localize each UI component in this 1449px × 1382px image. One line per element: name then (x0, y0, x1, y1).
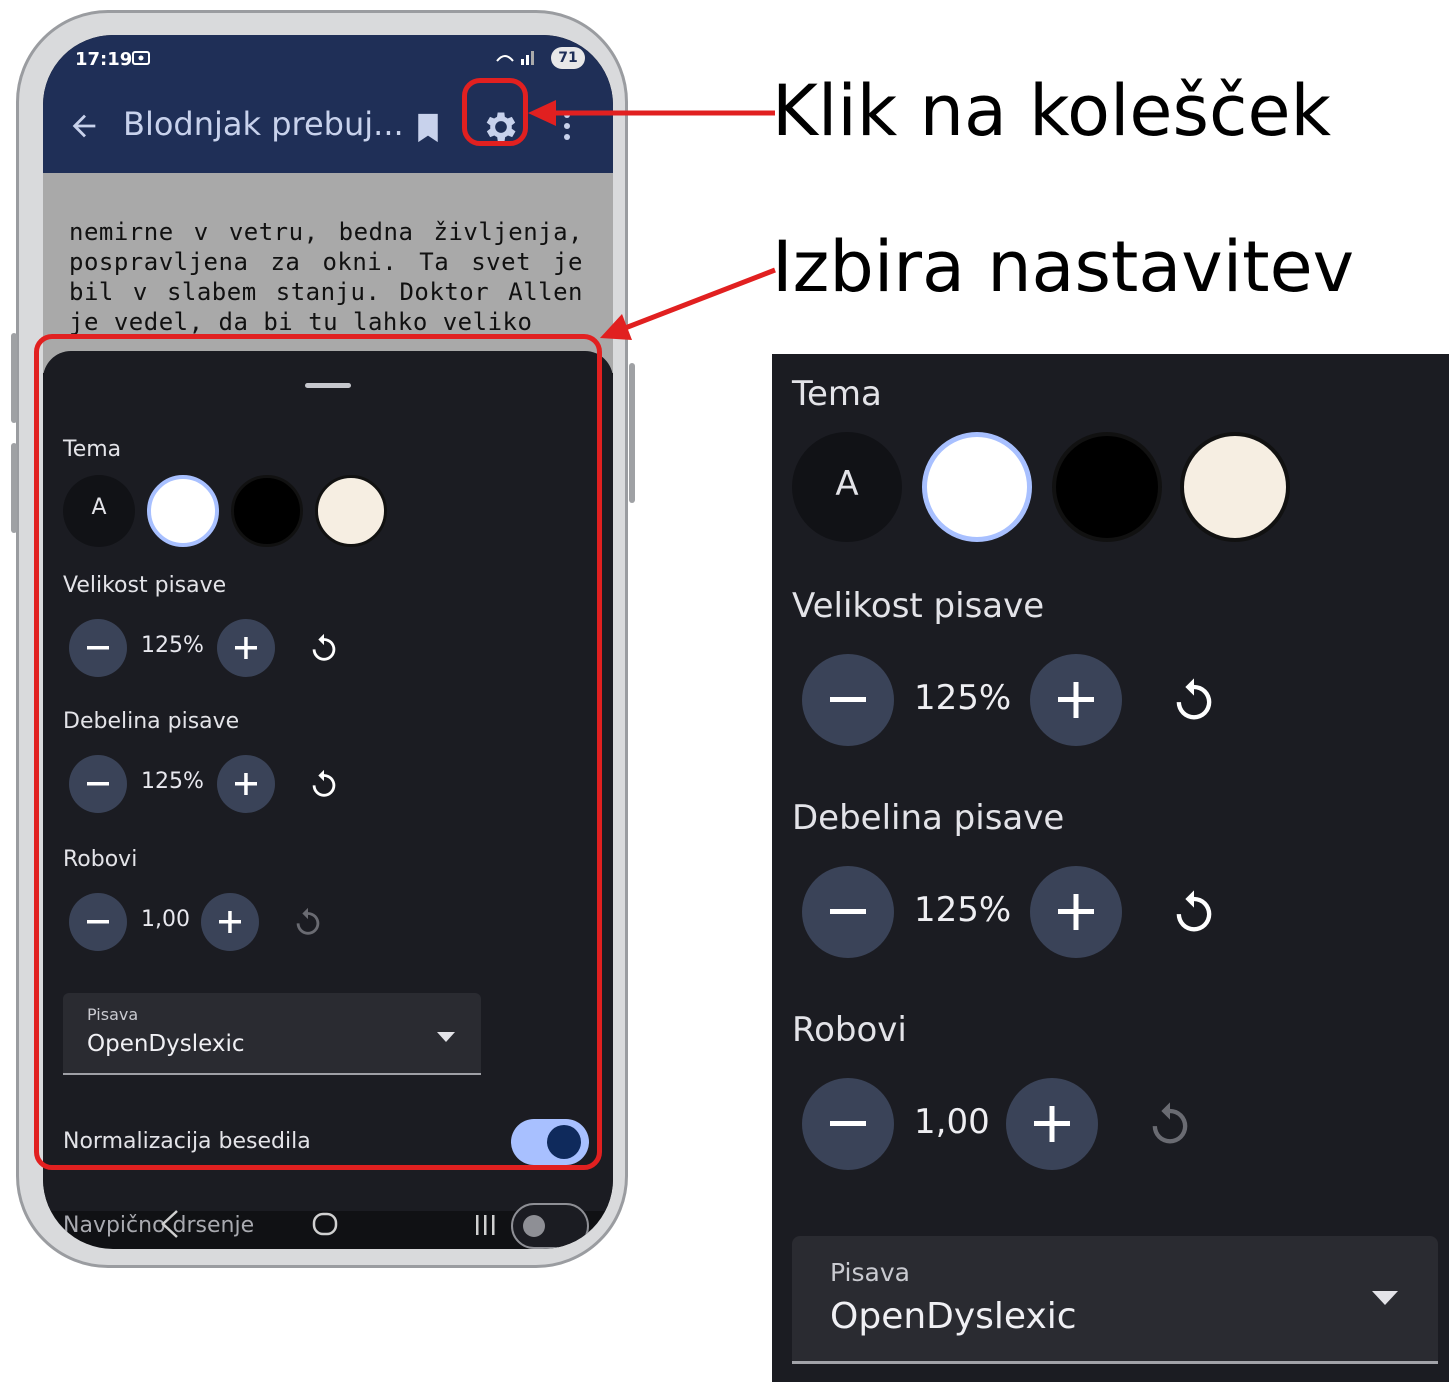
font-weight-decrease-button[interactable] (802, 866, 894, 958)
font-size-reset-icon[interactable] (1168, 674, 1220, 730)
font-size-value: 125% (914, 678, 1012, 718)
theme-black[interactable] (1052, 432, 1162, 542)
font-weight-increase-button[interactable] (1030, 866, 1122, 958)
theme-white[interactable] (922, 432, 1032, 542)
font-size-increase-button[interactable] (1030, 654, 1122, 746)
font-select-label: Pisava (830, 1258, 910, 1287)
margins-value: 1,00 (914, 1102, 990, 1142)
theme-auto[interactable]: A (792, 432, 902, 542)
margins-decrease-button[interactable] (802, 1078, 894, 1170)
font-weight-value: 125% (914, 890, 1012, 930)
theme-auto-label: A (835, 464, 859, 504)
margins-reset-icon (1144, 1098, 1196, 1154)
annotation-click-gear: Klik na kolešček (772, 70, 1332, 152)
margins-label: Robovi (792, 1010, 907, 1050)
annotation-choose-settings: Izbira nastavitev (772, 226, 1355, 308)
chevron-down-icon (1372, 1290, 1398, 1309)
font-size-label: Velikost pisave (792, 586, 1045, 626)
font-select-value: OpenDyslexic (830, 1296, 1077, 1337)
font-size-decrease-button[interactable] (802, 654, 894, 746)
font-weight-reset-icon[interactable] (1168, 886, 1220, 942)
theme-sepia[interactable] (1180, 432, 1290, 542)
margins-increase-button[interactable] (1006, 1078, 1098, 1170)
font-select[interactable]: Pisava OpenDyslexic (792, 1236, 1438, 1364)
font-weight-label: Debelina pisave (792, 798, 1065, 838)
theme-label: Tema (792, 374, 882, 414)
zoomed-settings-panel: Tema A Velikost pisave 125% Debelina pis… (772, 354, 1449, 1382)
